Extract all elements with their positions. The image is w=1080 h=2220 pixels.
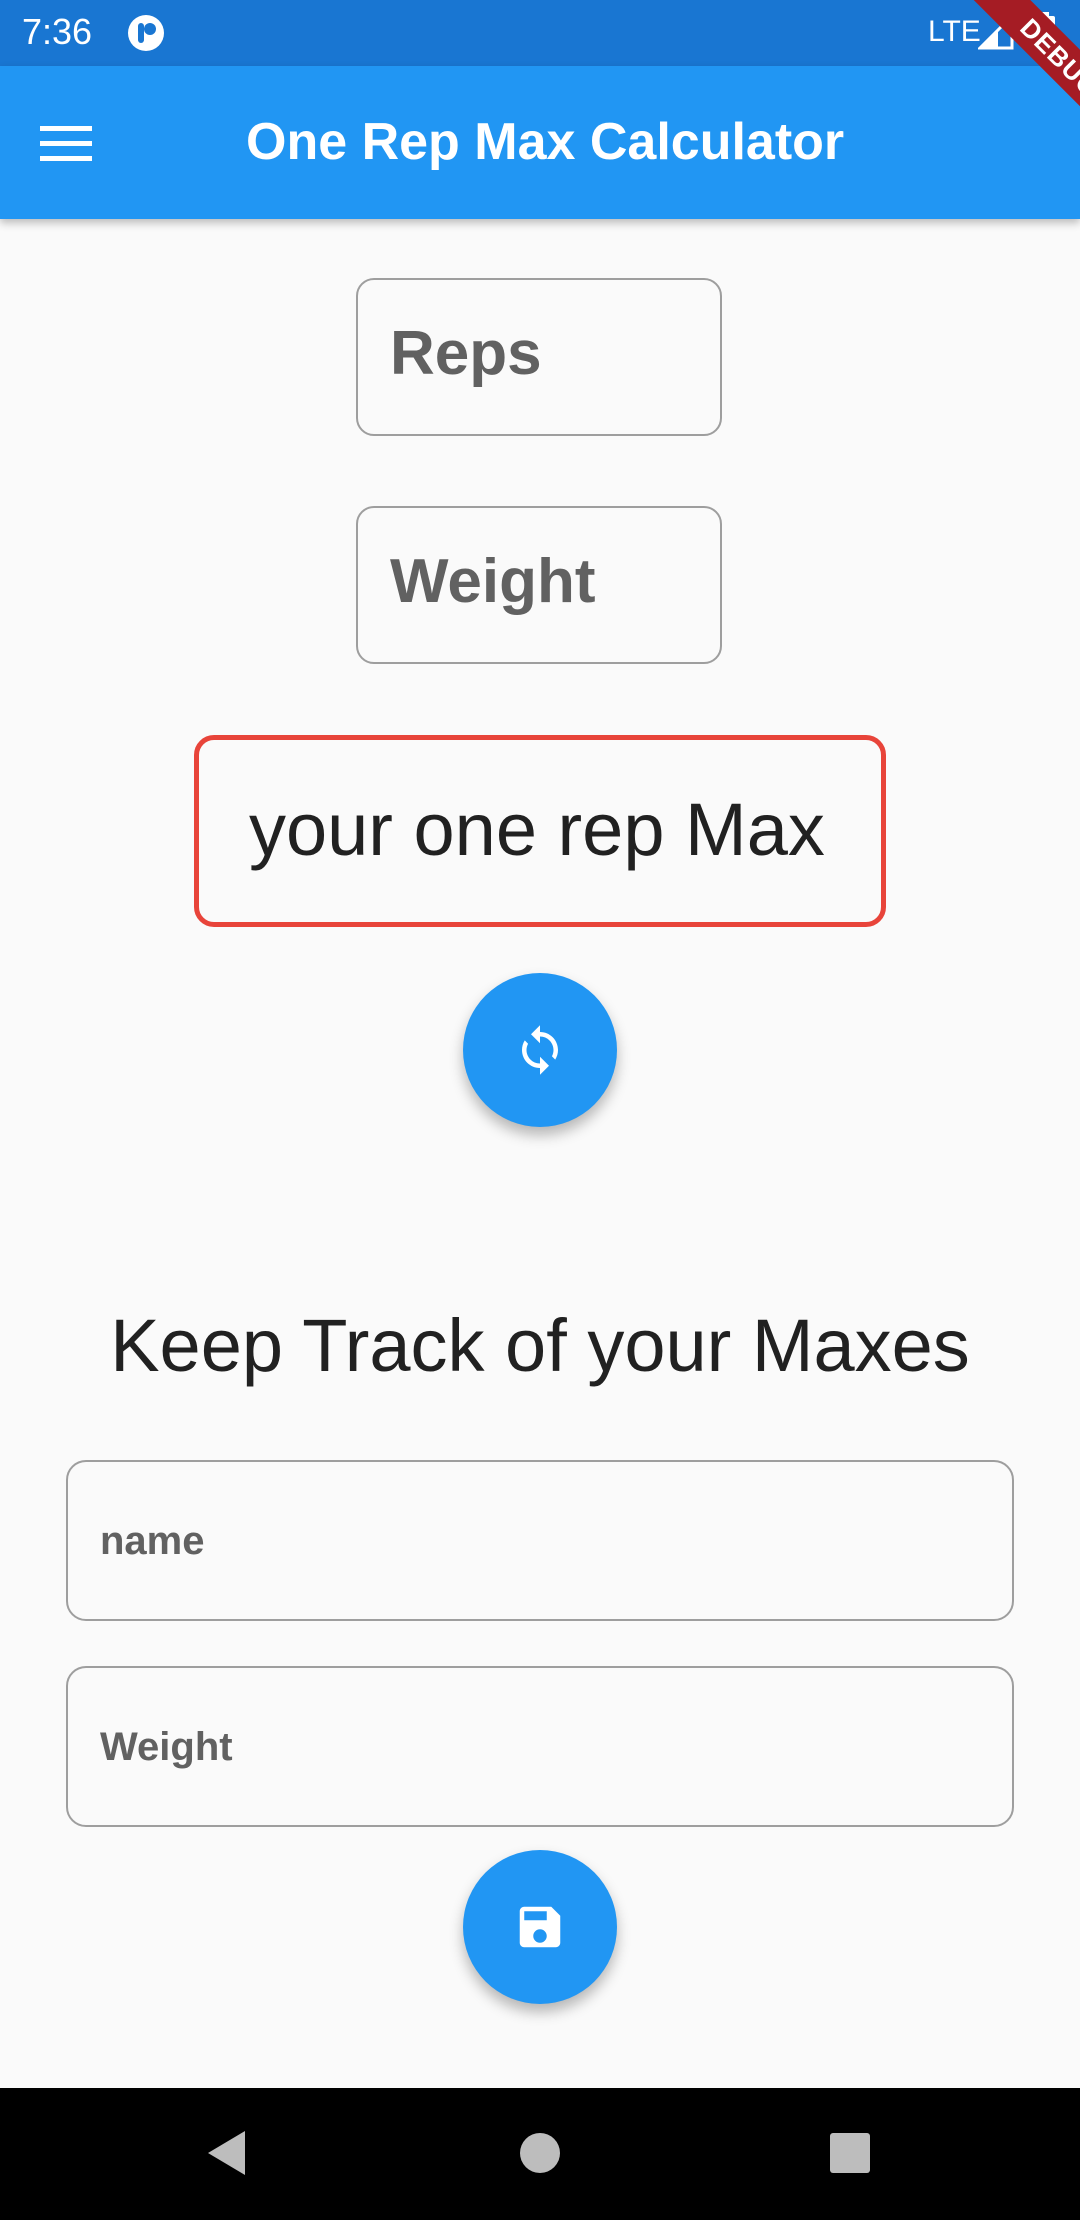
status-time: 7:36	[22, 11, 93, 52]
reps-placeholder: Reps	[390, 319, 542, 388]
name-placeholder: name	[100, 1519, 205, 1563]
save-icon	[519, 1906, 561, 1948]
one-rep-max-result: your one rep Max	[194, 735, 886, 927]
status-bar: 7:36 LTE	[0, 0, 1080, 66]
max-weight-input[interactable]: Weight	[66, 1666, 1014, 1827]
back-button[interactable]	[182, 2108, 272, 2198]
home-button[interactable]	[495, 2108, 585, 2198]
name-input[interactable]: name	[66, 1460, 1014, 1621]
debug-label: DEBUG	[961, 0, 1080, 157]
calculate-button[interactable]	[463, 973, 617, 1127]
home-icon	[520, 2133, 560, 2173]
reps-input[interactable]: Reps	[356, 278, 722, 436]
refresh-icon	[522, 1025, 558, 1075]
weight-input[interactable]: Weight	[356, 506, 722, 664]
menu-button[interactable]	[28, 106, 104, 182]
hamburger-menu-icon	[40, 126, 92, 161]
app-notification-icon	[127, 14, 165, 52]
back-icon	[208, 2131, 245, 2175]
max-weight-placeholder: Weight	[100, 1725, 233, 1769]
weight-placeholder: Weight	[390, 547, 596, 616]
app-bar: One Rep Max Calculator	[0, 66, 1080, 219]
system-nav-bar	[0, 2088, 1080, 2220]
debug-banner: DEBUG	[920, 0, 1080, 160]
section-heading: Keep Track of your Maxes	[110, 1304, 970, 1387]
result-text: your one rep Max	[249, 788, 825, 871]
save-button[interactable]	[463, 1850, 617, 2004]
page-title: One Rep Max Calculator	[246, 113, 845, 171]
recents-button[interactable]	[805, 2108, 895, 2198]
recents-icon	[830, 2133, 870, 2173]
